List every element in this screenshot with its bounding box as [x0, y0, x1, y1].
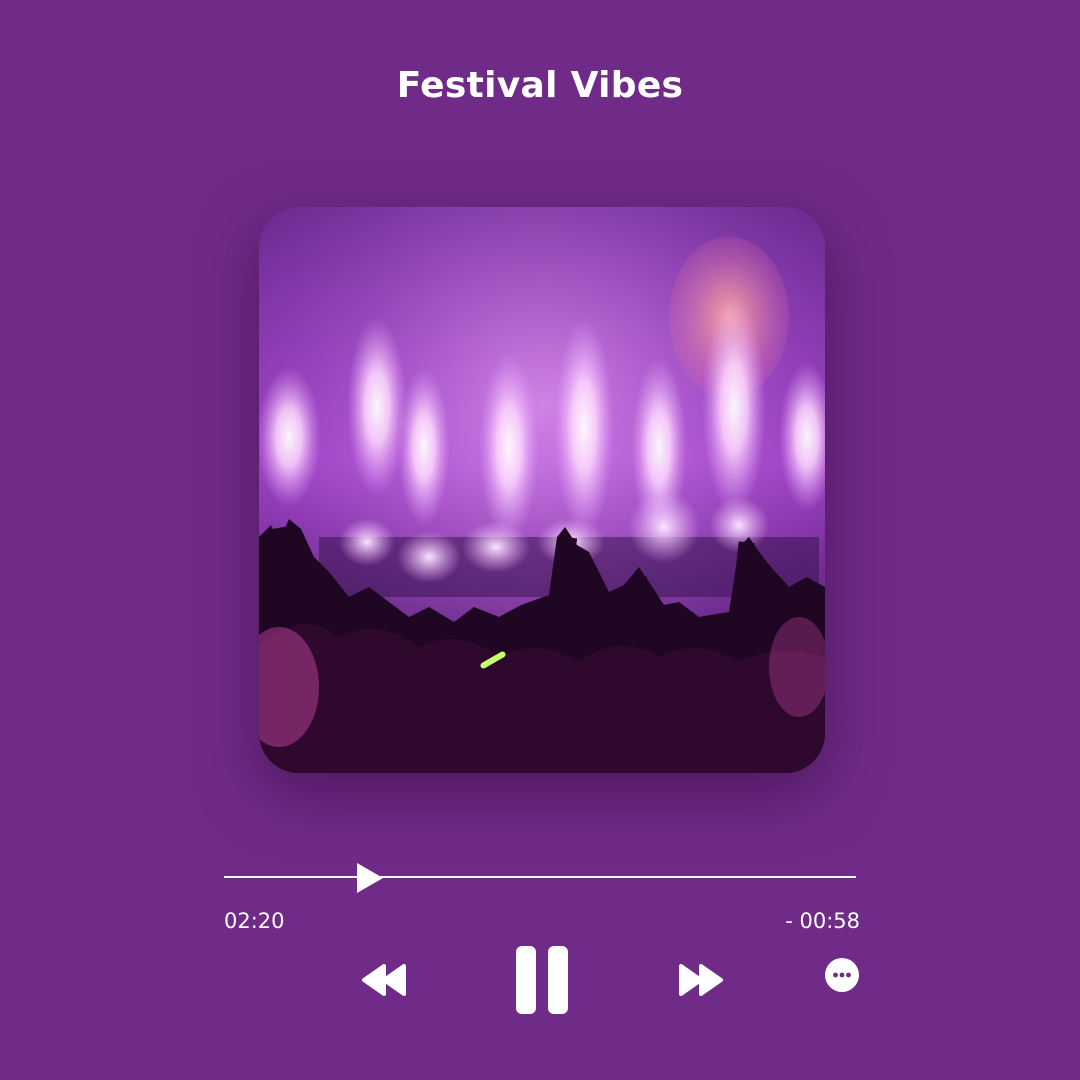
rewind-button[interactable] [360, 962, 408, 998]
elapsed-time: 02:20 [224, 909, 285, 933]
more-options-icon [825, 958, 859, 992]
progress-bar[interactable] [224, 876, 856, 878]
more-options-button[interactable] [825, 958, 859, 992]
album-artwork [259, 207, 825, 773]
pause-button[interactable] [514, 944, 570, 1016]
playhead-icon [356, 863, 383, 893]
fast-forward-icon [679, 964, 723, 996]
pause-icon [516, 946, 568, 1014]
remaining-time: - 00:58 [785, 909, 860, 933]
track-title: Festival Vibes [396, 65, 684, 106]
concert-photo [259, 207, 825, 773]
rewind-icon [362, 964, 406, 996]
fast-forward-button[interactable] [677, 962, 725, 998]
progress-thumb[interactable] [355, 862, 385, 894]
